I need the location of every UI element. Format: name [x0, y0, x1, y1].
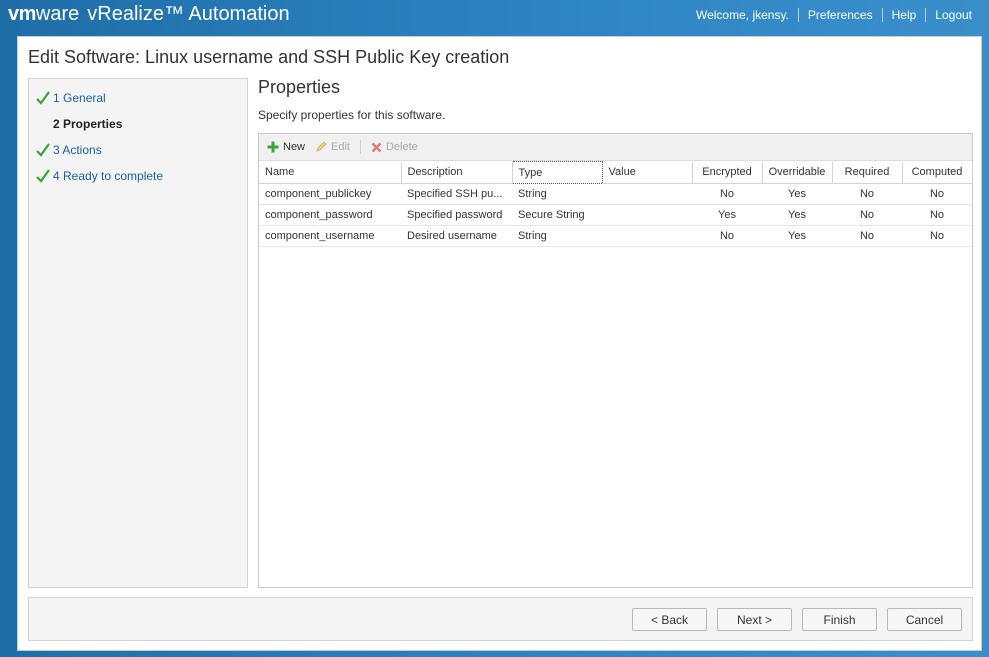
- delete-button[interactable]: Delete: [371, 141, 418, 153]
- dialog-footer: < Back Next > Finish Cancel: [28, 597, 973, 641]
- grid-toolbar: New Edit Delete: [259, 134, 972, 161]
- cell-encrypted: No: [692, 225, 762, 247]
- column-header-required[interactable]: Required: [832, 161, 903, 184]
- cell-name: component_password: [259, 204, 401, 226]
- top-nav: Welcome, jkensy. Preferences Help Logout: [687, 8, 981, 22]
- column-header-computed[interactable]: Computed: [902, 161, 973, 184]
- column-header-type[interactable]: Type: [511, 161, 603, 184]
- column-header-description[interactable]: Description: [401, 161, 513, 184]
- finish-button[interactable]: Finish: [802, 608, 877, 631]
- cell-required: No: [832, 183, 902, 205]
- checkmark-icon: [36, 143, 50, 157]
- cell-required: No: [832, 204, 902, 226]
- cell-name: component_publickey: [259, 183, 401, 205]
- help-link[interactable]: Help: [883, 8, 926, 22]
- properties-table: Name Description Type Value Encrypted Ov…: [259, 161, 973, 247]
- product-name: vRealize™ Automation: [87, 3, 290, 25]
- section-subtitle: Specify properties for this software.: [258, 108, 446, 122]
- step-general[interactable]: 1 General: [35, 88, 106, 108]
- logout-link[interactable]: Logout: [926, 8, 981, 22]
- table-row[interactable]: component_password Specified password Se…: [259, 204, 972, 226]
- cell-required: No: [832, 225, 902, 247]
- cancel-button[interactable]: Cancel: [887, 608, 962, 631]
- vmware-logo: vmware vRealize™ Automation: [8, 3, 290, 25]
- cell-overridable: Yes: [762, 225, 832, 247]
- toolbar-divider: [359, 140, 361, 154]
- cell-name: component_username: [259, 225, 401, 247]
- cell-computed: No: [902, 225, 972, 247]
- checkmark-icon: [36, 91, 50, 105]
- column-header-name[interactable]: Name: [259, 161, 402, 184]
- column-header-overridable[interactable]: Overridable: [762, 161, 833, 184]
- next-button[interactable]: Next >: [717, 608, 792, 631]
- section-title: Properties: [258, 77, 341, 97]
- properties-grid: New Edit Delete Name Description Type Va…: [258, 133, 973, 588]
- step-properties[interactable]: 2 Properties: [35, 114, 122, 134]
- cell-description: Specified password: [401, 204, 512, 226]
- cell-computed: No: [902, 183, 972, 205]
- cell-overridable: Yes: [762, 183, 832, 205]
- cell-value: [602, 183, 692, 205]
- step-actions[interactable]: 3 Actions: [35, 140, 102, 160]
- plus-icon: [267, 141, 279, 153]
- cell-type: String: [512, 225, 602, 247]
- cell-description: Specified SSH pu...: [401, 183, 512, 205]
- pencil-icon: [316, 141, 327, 152]
- wizard-steps: 1 General 2 Properties 3 Actions 4 Ready…: [28, 78, 248, 588]
- column-header-encrypted[interactable]: Encrypted: [692, 161, 763, 184]
- cell-encrypted: No: [692, 183, 762, 205]
- cell-computed: No: [902, 204, 972, 226]
- welcome-text: Welcome, jkensy.: [695, 8, 789, 22]
- cell-type: Secure String: [512, 204, 602, 226]
- cell-type: String: [512, 183, 602, 205]
- table-header-row: Name Description Type Value Encrypted Ov…: [259, 161, 973, 184]
- column-header-value[interactable]: Value: [602, 161, 693, 184]
- checkmark-icon: [36, 169, 50, 183]
- preferences-link[interactable]: Preferences: [799, 8, 882, 22]
- cell-value: [602, 225, 692, 247]
- cell-description: Desired username: [401, 225, 512, 247]
- top-bar: vmware vRealize™ Automation Welcome, jken…: [0, 0, 989, 34]
- edit-button[interactable]: Edit: [315, 141, 350, 153]
- cell-value: [602, 204, 692, 226]
- delete-x-icon: [371, 142, 382, 152]
- cell-encrypted: Yes: [692, 204, 762, 226]
- cell-overridable: Yes: [762, 204, 832, 226]
- dialog-title: Edit Software: Linux username and SSH Pu…: [28, 47, 510, 67]
- new-button[interactable]: New: [267, 141, 305, 153]
- edit-software-dialog: Edit Software: Linux username and SSH Pu…: [17, 36, 982, 651]
- table-row[interactable]: component_publickey Specified SSH pu... …: [259, 183, 972, 205]
- step-ready-to-complete[interactable]: 4 Ready to complete: [35, 166, 163, 186]
- table-row[interactable]: component_username Desired username Stri…: [259, 225, 972, 247]
- back-button[interactable]: < Back: [632, 608, 707, 631]
